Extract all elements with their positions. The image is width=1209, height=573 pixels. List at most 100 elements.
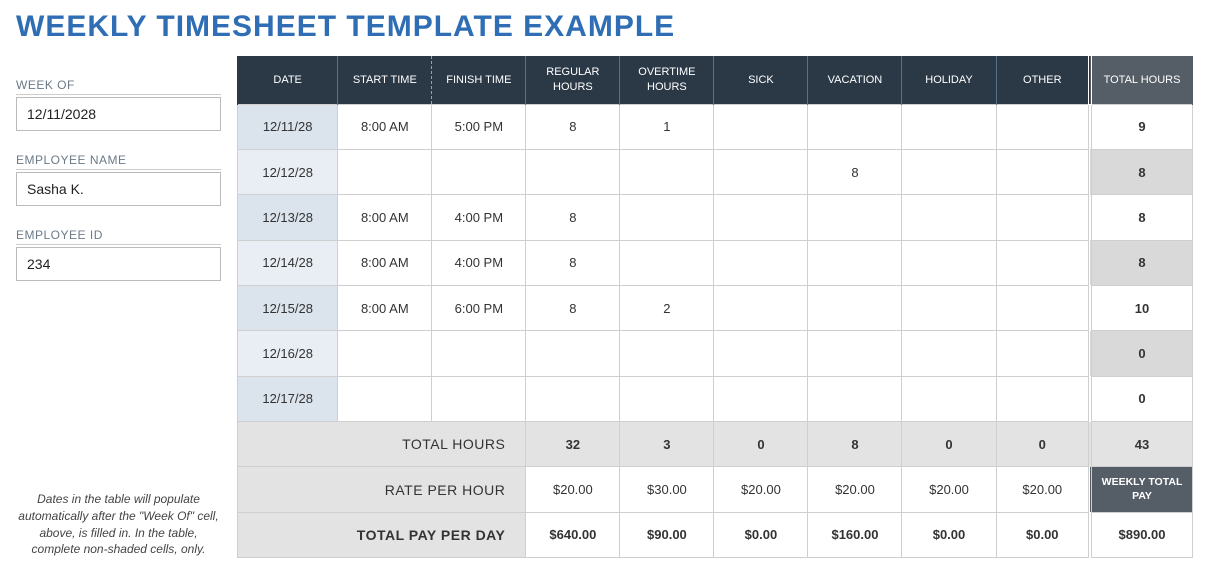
- rate-sick[interactable]: $20.00: [714, 467, 808, 512]
- timesheet-table: DATE START TIME FINISH TIME REGULAR HOUR…: [237, 56, 1193, 558]
- holiday-cell[interactable]: [902, 376, 996, 421]
- finish-time-cell[interactable]: 6:00 PM: [432, 285, 526, 330]
- date-cell: 12/15/28: [238, 285, 338, 330]
- finish-time-cell[interactable]: 5:00 PM: [432, 104, 526, 149]
- regular-cell[interactable]: 8: [526, 104, 620, 149]
- overtime-cell[interactable]: 2: [620, 285, 714, 330]
- overtime-cell[interactable]: [620, 240, 714, 285]
- total-sick: 0: [714, 422, 808, 467]
- week-of-input[interactable]: [16, 97, 221, 131]
- regular-cell[interactable]: 8: [526, 240, 620, 285]
- sick-cell[interactable]: [714, 104, 808, 149]
- total-other: 0: [996, 422, 1090, 467]
- rate-overtime[interactable]: $30.00: [620, 467, 714, 512]
- overtime-cell[interactable]: [620, 376, 714, 421]
- col-total-hours: TOTAL HOURS: [1090, 56, 1192, 104]
- col-sick: SICK: [714, 56, 808, 104]
- pay-other: $0.00: [996, 512, 1090, 557]
- holiday-cell[interactable]: [902, 149, 996, 194]
- finish-time-cell[interactable]: [432, 376, 526, 421]
- total-holiday: 0: [902, 422, 996, 467]
- regular-cell[interactable]: [526, 376, 620, 421]
- pay-grand-total: $890.00: [1090, 512, 1192, 557]
- finish-time-cell[interactable]: [432, 331, 526, 376]
- date-cell: 12/12/28: [238, 149, 338, 194]
- table-row: 12/12/28 8 8: [238, 149, 1193, 194]
- total-cell: 8: [1090, 240, 1192, 285]
- date-cell: 12/17/28: [238, 376, 338, 421]
- vacation-cell[interactable]: [808, 240, 902, 285]
- other-cell[interactable]: [996, 149, 1090, 194]
- overtime-cell[interactable]: [620, 331, 714, 376]
- sick-cell[interactable]: [714, 149, 808, 194]
- sick-cell[interactable]: [714, 285, 808, 330]
- total-cell: 0: [1090, 331, 1192, 376]
- date-cell: 12/11/28: [238, 104, 338, 149]
- holiday-cell[interactable]: [902, 195, 996, 240]
- regular-cell[interactable]: 8: [526, 285, 620, 330]
- finish-time-cell[interactable]: [432, 149, 526, 194]
- sick-cell[interactable]: [714, 240, 808, 285]
- other-cell[interactable]: [996, 240, 1090, 285]
- finish-time-cell[interactable]: 4:00 PM: [432, 240, 526, 285]
- rate-vacation[interactable]: $20.00: [808, 467, 902, 512]
- rate-label: RATE PER HOUR: [238, 467, 526, 512]
- holiday-cell[interactable]: [902, 285, 996, 330]
- rate-other[interactable]: $20.00: [996, 467, 1090, 512]
- sick-cell[interactable]: [714, 376, 808, 421]
- total-cell: 8: [1090, 149, 1192, 194]
- total-cell: 9: [1090, 104, 1192, 149]
- regular-cell[interactable]: [526, 149, 620, 194]
- vacation-cell[interactable]: [808, 195, 902, 240]
- page-title: WEEKLY TIMESHEET TEMPLATE EXAMPLE: [16, 10, 1193, 44]
- employee-name-label: EMPLOYEE NAME: [16, 153, 221, 170]
- table-row: 12/14/288:00 AM4:00 PM88: [238, 240, 1193, 285]
- start-time-cell[interactable]: 8:00 AM: [338, 195, 432, 240]
- other-cell[interactable]: [996, 195, 1090, 240]
- holiday-cell[interactable]: [902, 104, 996, 149]
- vacation-cell[interactable]: 8: [808, 149, 902, 194]
- finish-time-cell[interactable]: 4:00 PM: [432, 195, 526, 240]
- pay-vacation: $160.00: [808, 512, 902, 557]
- sick-cell[interactable]: [714, 195, 808, 240]
- regular-cell[interactable]: [526, 331, 620, 376]
- col-overtime-hours: OVERTIME HOURS: [620, 56, 714, 104]
- other-cell[interactable]: [996, 104, 1090, 149]
- start-time-cell[interactable]: [338, 376, 432, 421]
- overtime-cell[interactable]: [620, 195, 714, 240]
- other-cell[interactable]: [996, 376, 1090, 421]
- holiday-cell[interactable]: [902, 331, 996, 376]
- week-of-label: WEEK OF: [16, 78, 221, 95]
- overtime-cell[interactable]: [620, 149, 714, 194]
- sick-cell[interactable]: [714, 331, 808, 376]
- employee-id-input[interactable]: [16, 247, 221, 281]
- col-date: DATE: [238, 56, 338, 104]
- start-time-cell[interactable]: 8:00 AM: [338, 285, 432, 330]
- col-finish-time: FINISH TIME: [432, 56, 526, 104]
- holiday-cell[interactable]: [902, 240, 996, 285]
- col-vacation: VACATION: [808, 56, 902, 104]
- start-time-cell[interactable]: [338, 331, 432, 376]
- pay-row: TOTAL PAY PER DAY $640.00 $90.00 $0.00 $…: [238, 512, 1193, 557]
- date-cell: 12/13/28: [238, 195, 338, 240]
- start-time-cell[interactable]: 8:00 AM: [338, 104, 432, 149]
- rate-holiday[interactable]: $20.00: [902, 467, 996, 512]
- pay-sick: $0.00: [714, 512, 808, 557]
- regular-cell[interactable]: 8: [526, 195, 620, 240]
- vacation-cell[interactable]: [808, 104, 902, 149]
- overtime-cell[interactable]: 1: [620, 104, 714, 149]
- col-regular-hours: REGULAR HOURS: [526, 56, 620, 104]
- other-cell[interactable]: [996, 285, 1090, 330]
- pay-regular: $640.00: [526, 512, 620, 557]
- vacation-cell[interactable]: [808, 285, 902, 330]
- vacation-cell[interactable]: [808, 331, 902, 376]
- start-time-cell[interactable]: [338, 149, 432, 194]
- vacation-cell[interactable]: [808, 376, 902, 421]
- col-holiday: HOLIDAY: [902, 56, 996, 104]
- rate-regular[interactable]: $20.00: [526, 467, 620, 512]
- total-cell: 10: [1090, 285, 1192, 330]
- other-cell[interactable]: [996, 331, 1090, 376]
- weekly-total-pay-label: WEEKLY TOTAL PAY: [1090, 467, 1192, 512]
- start-time-cell[interactable]: 8:00 AM: [338, 240, 432, 285]
- employee-name-input[interactable]: [16, 172, 221, 206]
